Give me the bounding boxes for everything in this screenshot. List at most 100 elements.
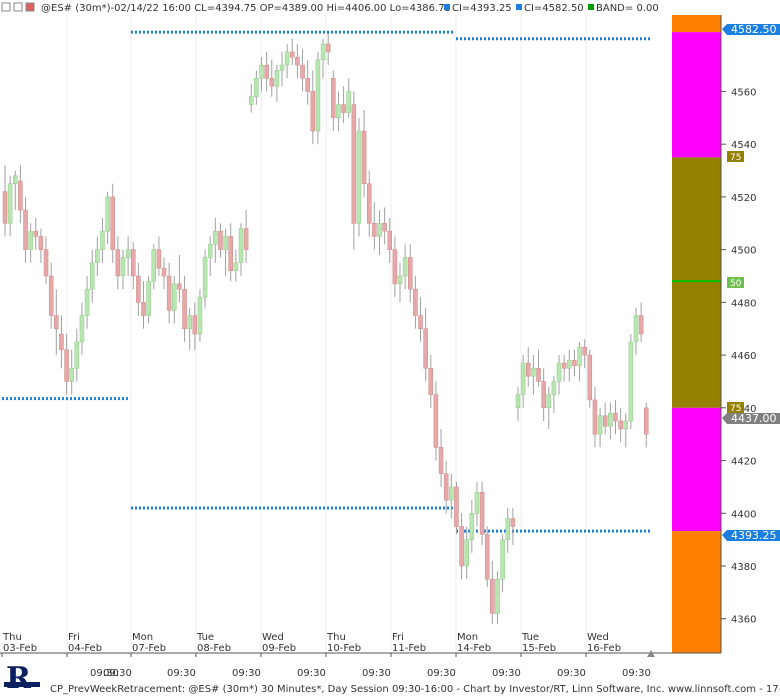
candle-body [546,394,552,409]
x-session-label: 09:30 [103,668,132,679]
candle-body [223,236,228,250]
candle-body [259,64,264,79]
candle-body [115,249,121,277]
candle-body [177,283,182,290]
band-segment-orange [672,15,721,33]
candle-body [151,249,157,282]
candle-body [556,362,562,382]
candle-up [356,117,362,237]
candle-body [490,578,495,614]
candle-body [541,381,546,409]
x-day-label: Wed [262,632,284,643]
x-date-label: 14-Feb [457,643,491,654]
svg-text:4582.50: 4582.50 [731,23,777,36]
y-tick-label: 4400 [731,509,756,520]
candle-body [597,415,603,435]
candle-body [310,91,316,132]
candle-body [567,360,572,369]
candle-body [233,262,239,271]
candle-body [187,315,192,329]
candle-body [110,196,115,250]
candle-body [572,360,577,366]
header-checkbox-c[interactable] [25,2,35,12]
x-day-label: Tue [196,632,214,643]
candle-body [531,368,536,377]
x-session-label: 09:30 [622,668,651,679]
candle-body [315,59,321,132]
candle-body [510,518,516,527]
candle-body [305,78,310,92]
y-tick-label: 4360 [731,615,756,626]
candle-body [495,578,500,614]
x-session-label: 09:30 [427,668,456,679]
candle-body [23,209,28,250]
x-day-label: Thu [326,632,346,643]
x-date-label: 09-Feb [262,643,296,654]
candle-body [592,399,598,435]
candle-body [125,249,131,258]
pct-label-75-lower: 75 [727,402,744,414]
y-tick-label: 4540 [731,140,756,151]
pct-label-75-upper: 75 [727,151,744,163]
svg-text:75: 75 [730,153,741,163]
candle-body [382,223,387,232]
candle-body [172,283,177,311]
candle-body [644,407,649,435]
candle-body [202,257,208,298]
candle-body [536,368,541,382]
y-tick-label: 4520 [731,193,756,204]
candle-body [2,191,8,224]
x-session-label: 09:30 [492,668,521,679]
retracement-band [672,15,721,653]
candle-body [551,381,557,395]
svg-text:4393.25: 4393.25 [731,529,777,542]
candle-body [100,230,105,250]
candle-body [582,346,587,356]
x-day-label: Thu [2,632,22,643]
candle-body [48,275,54,316]
candle-body [346,91,351,113]
candle-body [356,130,362,224]
candle-body [433,394,439,448]
candle-body [238,228,244,264]
candle-body [341,104,346,113]
candle-body [264,64,269,79]
candle-body [402,257,408,277]
x-date-label: 04-Feb [68,643,102,654]
candle-body [248,96,254,105]
candle-body [79,315,85,343]
svg-text:75: 75 [730,404,741,414]
candle-body [64,349,69,382]
pct-label-50: 50 [727,277,744,289]
candle-body [526,362,531,377]
candle-down [484,526,490,588]
header-checkbox-b[interactable] [13,2,23,12]
candle-body [449,486,454,501]
x-day-label: Mon [457,632,478,643]
svg-text:R: R [6,661,32,696]
footer-status-text: CP_PrevWeekRetracement: @ES# (30m*) 30 M… [50,684,780,695]
candle-body [397,275,403,285]
svg-text:50: 50 [730,279,742,289]
candle-body [331,78,336,119]
candle-body [33,230,39,237]
candle-body [284,51,290,66]
candle-body [136,275,141,303]
x-date-label: 15-Feb [522,643,556,654]
x-date-label: 07-Feb [132,643,166,654]
candle-body [207,244,213,258]
candle-body [7,183,13,224]
candle-body [295,56,300,66]
candle-body [387,230,392,250]
chart-area[interactable]: 4360438044004420444044604480450045204540… [0,0,780,696]
candle-body [43,249,49,277]
candle-body [408,257,413,290]
x-day-label: Fri [68,632,80,643]
band-segment-magenta [672,32,721,158]
header-checkbox-a[interactable] [1,2,11,12]
x-session-label: 09:30 [557,668,586,679]
candle-up [315,51,321,145]
candle-body [228,236,233,271]
y-tick-label: 4380 [731,562,756,573]
x-date-label: 08-Feb [197,643,231,654]
